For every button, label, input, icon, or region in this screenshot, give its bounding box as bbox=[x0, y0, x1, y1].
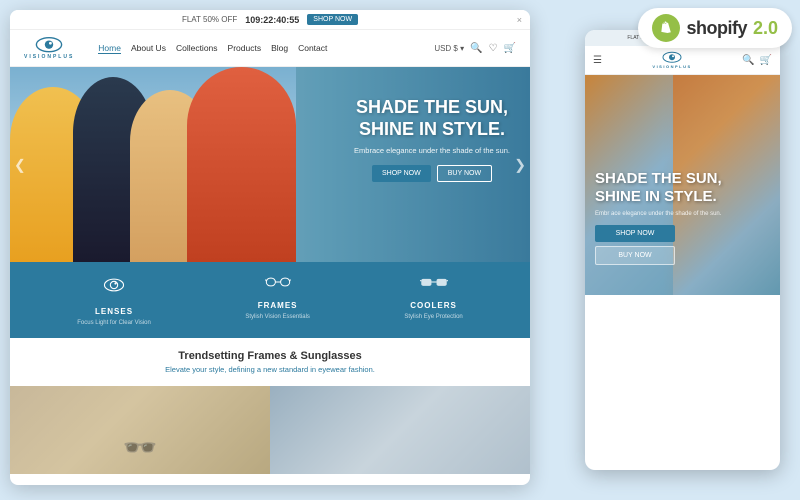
mobile-mockup: FLAT 50% OFF 109:22:45:21 SHOP NOW × ☰ V… bbox=[585, 30, 780, 470]
hero-title: SHADE THE SUN, SHINE IN STYLE. bbox=[354, 97, 510, 140]
hero-prev-arrow[interactable]: ❮ bbox=[14, 156, 26, 173]
wishlist-icon[interactable]: ♡ bbox=[489, 43, 498, 54]
product-image-1: 🕶️ bbox=[10, 386, 270, 474]
hero-shop-now-button[interactable]: SHOP NOW bbox=[372, 165, 431, 182]
hero-content: SHADE THE SUN, SHINE IN STYLE. Embrace e… bbox=[354, 97, 510, 182]
category-coolers[interactable]: COOLERS Stylish Eye Protection bbox=[404, 274, 462, 326]
frames-label: FRAMES bbox=[258, 301, 298, 310]
sunglasses-decoration: 🕶️ bbox=[123, 431, 158, 464]
cart-icon[interactable]: 🛒 bbox=[504, 43, 516, 54]
logo-text: VISIONPLUS bbox=[24, 54, 74, 60]
announcement-close-icon[interactable]: × bbox=[517, 15, 522, 25]
mobile-logo-eye-icon bbox=[662, 51, 682, 64]
shopify-label: shopify bbox=[686, 18, 747, 39]
countdown-timer: 109:22:40:55 bbox=[245, 15, 299, 25]
mobile-hero-subtitle: Embr ace elegance under the shade of the… bbox=[595, 211, 770, 217]
mobile-hero-buttons: SHOP NOW BUY NOW bbox=[595, 225, 770, 265]
mobile-hero-section: SHADE THE SUN, SHINE IN STYLE. Embr ace … bbox=[585, 75, 780, 295]
hero-subtitle: Embrace elegance under the shade of the … bbox=[354, 146, 510, 155]
desktop-mockup: FLAT 50% OFF 109:22:40:55 SHOP NOW × VIS… bbox=[10, 10, 530, 485]
search-icon[interactable]: 🔍 bbox=[470, 43, 482, 54]
logo: VISIONPLUS bbox=[24, 36, 74, 60]
trending-subtitle: Elevate your style, defining a new stand… bbox=[24, 365, 516, 374]
mobile-logo: VISIONPLUS bbox=[610, 51, 734, 69]
mobile-shop-now-hero-button[interactable]: SHOP NOW bbox=[595, 225, 675, 242]
logo-eye-icon bbox=[35, 36, 63, 54]
mobile-cart-icon[interactable]: 🛒 bbox=[760, 55, 772, 66]
nav-links: Home About Us Collections Products Blog … bbox=[98, 43, 418, 54]
currency-selector[interactable]: USD $ ▾ bbox=[434, 44, 464, 53]
flat-off-text: FLAT 50% OFF bbox=[182, 15, 237, 24]
hero-next-arrow[interactable]: ❯ bbox=[514, 156, 526, 173]
frames-icon bbox=[265, 274, 291, 295]
lenses-label: LENSES bbox=[95, 307, 133, 316]
shopify-logo-icon bbox=[652, 14, 680, 42]
hero-section: ❮ SHADE THE SUN, SHINE IN STYLE. Embrace… bbox=[10, 67, 530, 262]
announcement-bar: FLAT 50% OFF 109:22:40:55 SHOP NOW × bbox=[10, 10, 530, 30]
frames-sublabel: Stylish Vision Essentials bbox=[245, 314, 310, 320]
coolers-sublabel: Stylish Eye Protection bbox=[404, 314, 462, 320]
hero-image bbox=[10, 67, 296, 262]
shopify-version: 2.0 bbox=[753, 18, 778, 39]
hero-buy-now-button[interactable]: BUY NOW bbox=[437, 165, 492, 182]
mobile-search-icon[interactable]: 🔍 bbox=[742, 55, 754, 66]
trending-section: Trendsetting Frames & Sunglasses Elevate… bbox=[10, 338, 530, 386]
nav-collections[interactable]: Collections bbox=[176, 43, 218, 54]
product-strip: 🕶️ bbox=[10, 386, 530, 474]
nav-contact[interactable]: Contact bbox=[298, 43, 327, 54]
coolers-label: COOLERS bbox=[410, 301, 457, 310]
mobile-buy-now-hero-button[interactable]: BUY NOW bbox=[595, 246, 675, 265]
mobile-nav-icons: 🔍 🛒 bbox=[742, 55, 772, 66]
lenses-sublabel: Focus Light for Clear Vision bbox=[77, 320, 151, 326]
hero-buttons: SHOP NOW BUY NOW bbox=[354, 165, 510, 182]
mobile-hero-title: SHADE THE SUN, SHINE IN STYLE. bbox=[595, 170, 770, 206]
nav-home[interactable]: Home bbox=[98, 43, 121, 54]
coolers-icon bbox=[420, 274, 448, 295]
category-lenses[interactable]: LENSES Focus Light for Clear Vision bbox=[77, 274, 151, 326]
nav-about[interactable]: About Us bbox=[131, 43, 166, 54]
nav-products[interactable]: Products bbox=[228, 43, 262, 54]
categories-section: LENSES Focus Light for Clear Vision FRAM… bbox=[10, 262, 530, 338]
desktop-navigation: VISIONPLUS Home About Us Collections Pro… bbox=[10, 30, 530, 67]
hamburger-menu-icon[interactable]: ☰ bbox=[593, 55, 602, 66]
nav-right: USD $ ▾ 🔍 ♡ 🛒 bbox=[434, 43, 516, 54]
nav-blog[interactable]: Blog bbox=[271, 43, 288, 54]
shopify-badge: shopify 2.0 bbox=[638, 8, 792, 48]
trending-title: Trendsetting Frames & Sunglasses bbox=[24, 350, 516, 362]
announcement-shop-now-button[interactable]: SHOP NOW bbox=[307, 14, 358, 25]
mobile-logo-text: VISIONPLUS bbox=[652, 64, 691, 69]
product-image-2 bbox=[270, 386, 530, 474]
lenses-icon bbox=[103, 274, 125, 301]
category-frames[interactable]: FRAMES Stylish Vision Essentials bbox=[245, 274, 310, 326]
mobile-navigation: ☰ VISIONPLUS 🔍 🛒 bbox=[585, 46, 780, 75]
mobile-hero-content: SHADE THE SUN, SHINE IN STYLE. Embr ace … bbox=[595, 170, 770, 265]
